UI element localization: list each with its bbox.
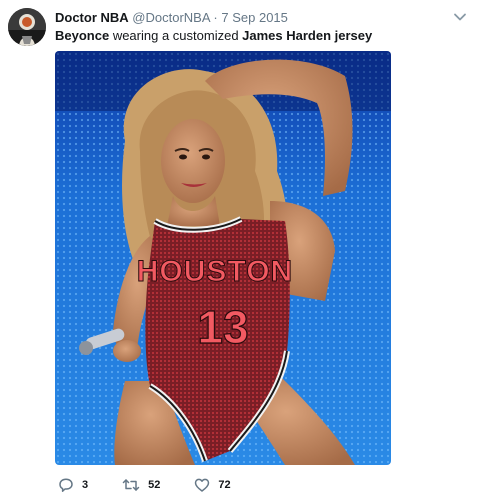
separator-dot: ·	[213, 10, 218, 25]
display-name[interactable]: Doctor NBA	[55, 10, 129, 25]
jersey-number: 13	[197, 301, 248, 353]
retweet-button[interactable]: 52	[122, 477, 160, 493]
text-mention-harden: James Harden jersey	[242, 28, 373, 43]
jersey-lettering: HOUSTON	[137, 255, 293, 288]
text-body: wearing a customized	[109, 28, 243, 43]
like-count: 72	[218, 479, 231, 491]
retweet-count: 52	[148, 479, 161, 491]
tweet-text: Beyonce wearing a customized James Harde…	[55, 28, 372, 44]
avatar[interactable]	[8, 8, 46, 46]
concert-photo: HOUSTON 13	[55, 51, 391, 465]
retweet-icon	[122, 479, 140, 491]
user-handle[interactable]: @DoctorNBA	[132, 10, 210, 25]
chevron-down-icon[interactable]	[453, 10, 467, 24]
text-mention-beyonce: Beyonce	[55, 28, 110, 43]
reply-count: 3	[82, 479, 89, 491]
heart-icon	[195, 478, 210, 492]
tweet-actions: 3 52 72	[58, 477, 265, 493]
tweet[interactable]: Doctor NBA @DoctorNBA · 7 Sep 2015 Beyon…	[0, 0, 479, 500]
avatar-icon	[8, 8, 46, 46]
tweet-photo[interactable]: HOUSTON 13	[55, 51, 391, 465]
reply-icon	[59, 478, 73, 492]
reply-button[interactable]: 3	[58, 477, 88, 493]
timestamp[interactable]: 7 Sep 2015	[221, 10, 288, 25]
tweet-header: Doctor NBA @DoctorNBA · 7 Sep 2015	[55, 10, 288, 26]
like-button[interactable]: 72	[194, 477, 231, 493]
